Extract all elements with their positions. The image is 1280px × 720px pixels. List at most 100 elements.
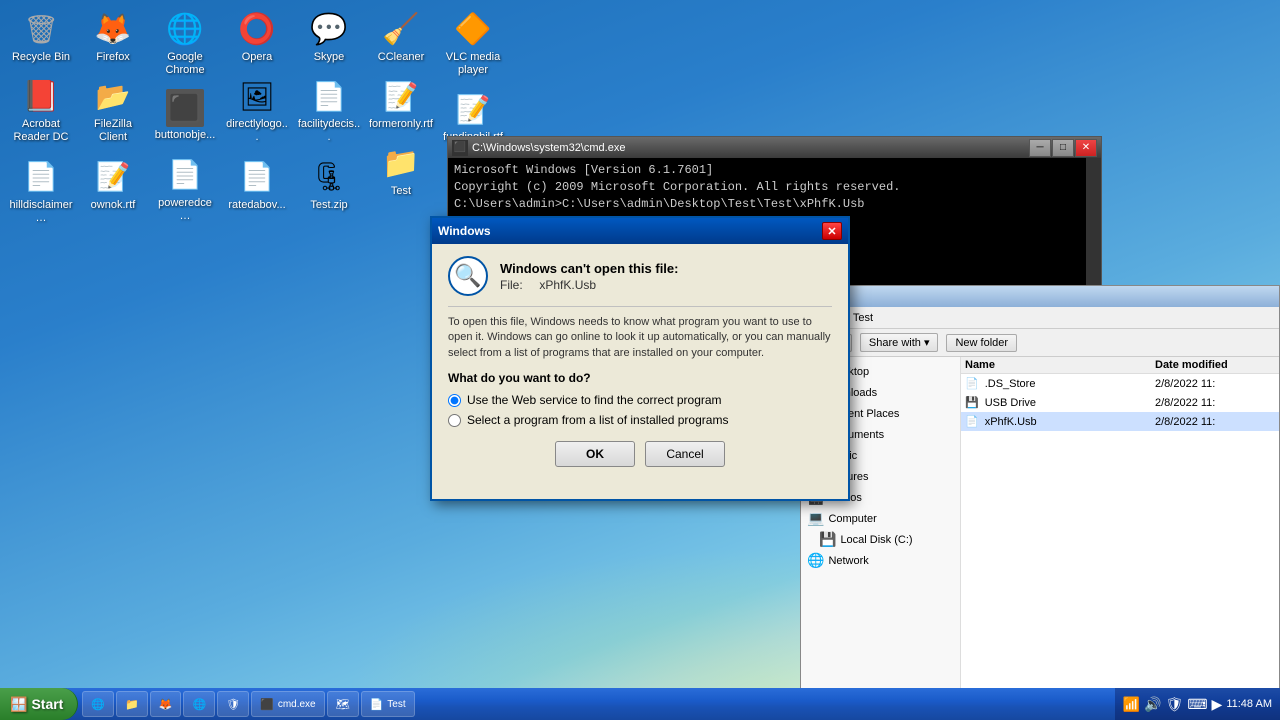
desktop-icon-acrobat[interactable]: 📕 Acrobat Reader DC xyxy=(5,72,77,148)
explorer2-taskbar-label: Test xyxy=(387,699,405,710)
desktop-icon-buttonobj[interactable]: ⬛ buttonobje... xyxy=(149,85,221,146)
share-with-button[interactable]: Share with ▾ xyxy=(860,333,939,352)
cmd-minimize-button[interactable]: ─ xyxy=(1029,139,1051,157)
web-service-radio[interactable] xyxy=(448,394,461,407)
ccleaner-icon: 🧹 xyxy=(381,9,421,49)
tray-network-icon[interactable]: 📶 xyxy=(1123,696,1140,713)
desktop-icon-chrome[interactable]: 🌐 Google Chrome xyxy=(149,5,221,81)
tray-security-icon[interactable]: 🛡 xyxy=(1166,696,1184,713)
ie-icon: 🌐 xyxy=(91,698,105,711)
skype-label: Skype xyxy=(314,51,345,64)
cmd-line-2: Copyright (c) 2009 Microsoft Corporation… xyxy=(454,179,1095,196)
security-taskbar-icon: 🛡 xyxy=(226,698,240,711)
desktop-icon-testzip[interactable]: 🗜 Test.zip xyxy=(293,153,365,216)
map-taskbar-icon: 🗺 xyxy=(336,698,350,711)
explorer-window: 📁 Test ▶ Test ▶ Test Open Share with ▾ N… xyxy=(800,285,1280,688)
dialog-option-installed-programs[interactable]: Select a program from a list of installe… xyxy=(448,413,832,427)
desktop-icon-formeronly[interactable]: 📝 formeronly.rtf xyxy=(365,72,437,135)
explorer-titlebar: 📁 Test xyxy=(801,286,1279,307)
tray-time: 11:48 AM xyxy=(1226,697,1272,711)
cmd-maximize-button[interactable]: □ xyxy=(1052,139,1074,157)
cmd-title: C:\Windows\system32\cmd.exe xyxy=(472,142,1029,154)
explorer-toolbar: Open Share with ▾ New folder xyxy=(801,329,1279,357)
skype-icon: 💬 xyxy=(309,9,349,49)
name-column-header: Name xyxy=(965,359,1155,371)
ds-store-name: .DS_Store xyxy=(985,378,1149,390)
file-row-usb-drive[interactable]: 💾 USB Drive 2/8/2022 11: xyxy=(961,393,1279,412)
explorer-address-bar: ▶ Test ▶ Test xyxy=(801,307,1279,329)
taskbar-explorer[interactable]: 📁 xyxy=(116,691,148,717)
testzip-icon: 🗜 xyxy=(309,157,349,197)
ratedabov-label: ratedabov... xyxy=(228,199,285,212)
explorer-file-list: Name Date modified 📄 .DS_Store 2/8/2022 … xyxy=(961,357,1279,688)
filezilla-label: FileZilla Client xyxy=(81,118,145,144)
fundingbil-icon: 📝 xyxy=(453,89,493,129)
desktop-icon-skype[interactable]: 💬 Skype xyxy=(293,5,365,68)
start-icon: 🪟 xyxy=(10,696,27,713)
directlylogo-icon: 🖼 xyxy=(237,76,277,116)
dialog-buttons: OK Cancel xyxy=(448,441,832,467)
desktop-icon-ownok[interactable]: 📝 ownok.rtf xyxy=(77,153,149,216)
desktop-icon-ratedabov[interactable]: 📄 ratedabov... xyxy=(221,153,293,216)
tray-clock[interactable]: 11:48 AM xyxy=(1226,697,1272,711)
usb-drive-name: USB Drive xyxy=(985,397,1149,409)
desktop-icon-recycle-bin[interactable]: 🗑 Recycle Bin xyxy=(5,5,77,68)
ds-store-date: 2/8/2022 11: xyxy=(1155,378,1275,390)
taskbar-firefox[interactable]: 🦊 xyxy=(150,691,182,717)
file-row-xphfk[interactable]: 📄 xPhfK.Usb 2/8/2022 11: xyxy=(961,412,1279,431)
dialog-body: 🔍 Windows can't open this file: File: xP… xyxy=(432,244,848,479)
file-row-ds-store[interactable]: 📄 .DS_Store 2/8/2022 11: xyxy=(961,374,1279,393)
desktop-icon-test[interactable]: 📁 Test xyxy=(365,139,437,202)
ccleaner-label: CCleaner xyxy=(378,51,424,64)
taskbar-items: 🌐 📁 🦊 🌐 🛡 ⬛ cmd.exe 🗺 📄 Test xyxy=(78,688,1114,720)
desktop-icon-poweredce[interactable]: 📄 poweredce… xyxy=(149,151,221,227)
hilldisclaimer-label: hilldisclaimer… xyxy=(9,199,73,225)
dialog-close-button[interactable]: ✕ xyxy=(822,222,842,240)
cmd-line-1: Microsoft Windows [Version 6.1.7601] xyxy=(454,162,1095,179)
start-button[interactable]: 🪟 Start xyxy=(0,688,78,720)
desktop-icon-directlylogo[interactable]: 🖼 directlylogo... xyxy=(221,72,293,148)
buttonobj-icon: ⬛ xyxy=(166,89,204,127)
desktop-icon-opera[interactable]: ⭕ Opera xyxy=(221,5,293,68)
cmd-close-button[interactable]: ✕ xyxy=(1075,139,1097,157)
desktop-icon-firefox[interactable]: 🦊 Firefox xyxy=(77,5,149,68)
cmd-taskbar-label: cmd.exe xyxy=(278,699,316,710)
sidebar-item-computer[interactable]: 💻 Computer xyxy=(801,508,960,529)
vlc-label: VLC media player xyxy=(441,51,505,77)
formeronly-icon: 📝 xyxy=(381,76,421,116)
dialog-description: To open this file, Windows needs to know… xyxy=(448,306,832,361)
taskbar-ie[interactable]: 🌐 xyxy=(82,691,114,717)
cmd-window-buttons: ─ □ ✕ xyxy=(1029,139,1097,157)
ok-button[interactable]: OK xyxy=(555,441,635,467)
recycle-bin-label: Recycle Bin xyxy=(12,51,70,64)
installed-programs-label: Select a program from a list of installe… xyxy=(467,413,728,427)
taskbar-map[interactable]: 🗺 xyxy=(327,691,359,717)
desktop-icon-filezilla[interactable]: 📂 FileZilla Client xyxy=(77,72,149,148)
test-icon: 📁 xyxy=(381,143,421,183)
installed-programs-radio[interactable] xyxy=(448,414,461,427)
dialog-search-icon: 🔍 xyxy=(448,256,488,296)
taskbar-chrome[interactable]: 🌐 xyxy=(183,691,215,717)
taskbar-cmd[interactable]: ⬛ cmd.exe xyxy=(251,691,325,717)
sidebar-network-label: Network xyxy=(828,555,868,567)
tray-input-icon[interactable]: ⌨ xyxy=(1187,696,1207,713)
dialog-title: Windows xyxy=(438,224,491,238)
new-folder-button[interactable]: New folder xyxy=(946,334,1017,352)
testzip-label: Test.zip xyxy=(310,199,347,212)
taskbar-security[interactable]: 🛡 xyxy=(217,691,249,717)
dialog-question: What do you want to do? xyxy=(448,371,832,385)
taskbar-explorer2[interactable]: 📄 Test xyxy=(361,691,415,717)
facilitydecis-icon: 📄 xyxy=(309,76,349,116)
sidebar-item-network[interactable]: 🌐 Network xyxy=(801,550,960,571)
cmd-titlebar: ⬛ C:\Windows\system32\cmd.exe ─ □ ✕ xyxy=(448,137,1101,158)
desktop-icon-facilitydecis[interactable]: 📄 facilitydecis... xyxy=(293,72,365,148)
dialog-option-web-service[interactable]: Use the Web service to find the correct … xyxy=(448,393,832,407)
sidebar-item-localdisk[interactable]: 💾 Local Disk (C:) xyxy=(801,529,960,550)
desktop-icon-vlc[interactable]: 🔶 VLC media player xyxy=(437,5,509,81)
tray-anyrun-icon[interactable]: ▶ xyxy=(1212,696,1223,713)
desktop-icon-ccleaner[interactable]: 🧹 CCleaner xyxy=(365,5,437,68)
cancel-button[interactable]: Cancel xyxy=(645,441,725,467)
desktop-icon-hilldisclaimer[interactable]: 📄 hilldisclaimer… xyxy=(5,153,77,229)
ratedabov-icon: 📄 xyxy=(237,157,277,197)
tray-volume-icon[interactable]: 🔊 xyxy=(1144,696,1161,713)
